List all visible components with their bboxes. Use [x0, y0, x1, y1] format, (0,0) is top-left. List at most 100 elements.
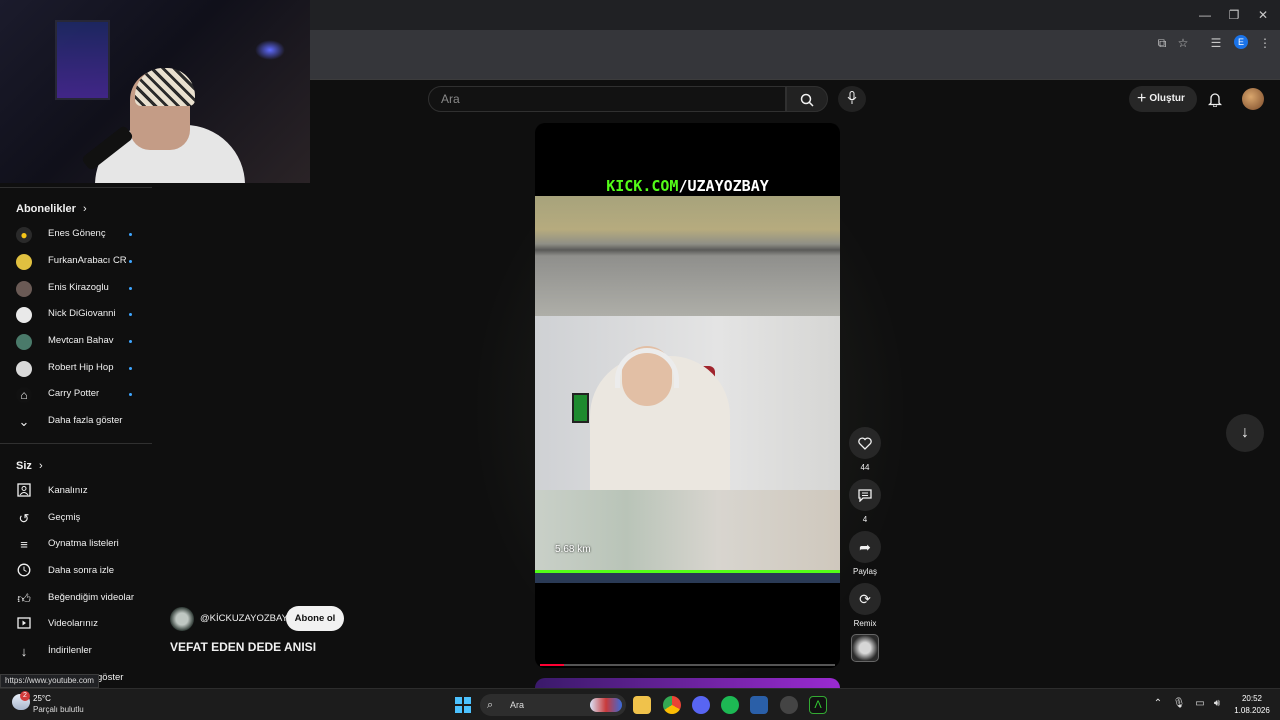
sidebar-subscription-item[interactable]: Nick DiGiovanni: [0, 302, 150, 328]
new-content-dot: [129, 393, 132, 396]
terminal-icon[interactable]: Λ: [809, 696, 827, 714]
sidebar-subscription-item[interactable]: Robert Hip Hop: [0, 356, 150, 382]
subscription-name: Enes Gönenç: [48, 228, 106, 239]
sidebar-item-your-videos[interactable]: Videolarınız: [0, 612, 150, 638]
microphone-icon[interactable]: 🎙︎: [1172, 697, 1186, 711]
thumbs-up-icon: 👍︎: [17, 591, 31, 606]
channel-handle[interactable]: @KİCKUZAYOZBAY: [200, 613, 288, 624]
app-icon[interactable]: [780, 696, 798, 714]
stream-overlay-text: KICK.COM/UZAYOZBAY: [535, 177, 840, 195]
sidebar-item-downloads[interactable]: ↓ İndirilenler: [0, 639, 150, 665]
search-icon: [800, 93, 814, 107]
map-distance: 5.68 km: [555, 544, 591, 555]
bell-icon: [1207, 93, 1223, 108]
next-video-button[interactable]: ↓: [1226, 414, 1264, 452]
link-status-url: https://www.youtube.com: [0, 674, 99, 688]
clock-time[interactable]: 20:52: [1232, 694, 1272, 703]
sidebar-item-label: Daha sonra izle: [48, 565, 115, 576]
sidebar-item-liked-videos[interactable]: 👍︎ Beğendiğim videolar: [0, 586, 150, 612]
webcam-overlay: [0, 0, 310, 183]
account-avatar[interactable]: [1242, 88, 1264, 110]
sidebar-item-history[interactable]: ↺ Geçmiş: [0, 506, 150, 532]
reading-list-icon[interactable]: ☰: [1207, 34, 1225, 52]
close-window-icon[interactable]: ✕: [1254, 6, 1272, 24]
windows-taskbar: 2 25°C Parçalı bulutlu Ara ⌕ Λ ⌃ 🎙︎ ▭ 🔊︎…: [0, 688, 1280, 720]
monitor-icon[interactable]: ▭: [1193, 697, 1207, 711]
app-icon[interactable]: [750, 696, 768, 714]
channel-avatar-icon: [16, 361, 32, 377]
subscriptions-heading-label: Abonelikler: [16, 203, 76, 215]
spotify-icon[interactable]: [721, 696, 739, 714]
create-label: Oluştur: [1149, 93, 1185, 104]
new-content-dot: [129, 287, 132, 290]
search-input[interactable]: Ara: [428, 86, 786, 112]
sidebar-divider: [0, 187, 152, 188]
voice-search-button[interactable]: [838, 86, 866, 112]
volume-icon[interactable]: 🔊︎: [1210, 697, 1224, 711]
headphones: [615, 348, 679, 388]
subscription-name: FurkanArabacı CR: [48, 255, 127, 266]
notifications-button[interactable]: [1205, 88, 1225, 110]
subscriptions-heading[interactable]: Abonelikler ›: [16, 203, 87, 215]
channel-avatar-icon: ●: [16, 227, 32, 243]
video-icon: [16, 616, 32, 634]
create-button[interactable]: + Oluştur: [1129, 86, 1197, 112]
weather-badge: 2: [20, 691, 30, 701]
video-hud-icons: [535, 573, 840, 583]
share-icon: ➦: [859, 539, 871, 555]
sidebar-item-label: İndirilenler: [48, 645, 92, 656]
chrome-icon[interactable]: [663, 696, 681, 714]
sidebar-subscription-item[interactable]: FurkanArabacı CR: [0, 249, 150, 275]
video-streamer-cam: [535, 316, 840, 490]
clock-date[interactable]: 1.08.2026: [1228, 706, 1276, 715]
sidebar-subscription-item[interactable]: ⌂ Carry Potter: [0, 382, 150, 408]
you-heading[interactable]: Siz ›: [16, 460, 43, 472]
comment-count: 4: [862, 515, 868, 524]
overlay-text-white: /UZAYOZBAY: [678, 177, 769, 195]
chevron-up-icon[interactable]: ⌃: [1151, 697, 1165, 711]
subscribe-button[interactable]: Abone ol: [286, 606, 344, 631]
sidebar-subscription-item[interactable]: Enis Kirazoglu: [0, 276, 150, 302]
restore-icon[interactable]: ❐: [1225, 6, 1243, 24]
chevron-right-icon: ›: [38, 460, 43, 472]
install-app-icon[interactable]: ⧉: [1153, 34, 1171, 52]
sidebar-item-watch-later[interactable]: Daha sonra izle: [0, 559, 150, 585]
video-gameplay-road: [535, 196, 840, 316]
history-icon: ↺: [18, 511, 30, 526]
sidebar-item-your-channel[interactable]: Kanalınız: [0, 479, 150, 505]
browser-profile-avatar[interactable]: E: [1234, 35, 1248, 49]
minimize-icon[interactable]: —: [1196, 6, 1214, 24]
like-count: 44: [860, 463, 870, 472]
bookmark-star-icon[interactable]: ☆: [1174, 34, 1192, 52]
browser-menu-icon[interactable]: ⋮: [1256, 34, 1274, 52]
channel-avatar-icon: ⌂: [16, 387, 32, 403]
show-more-button[interactable]: ⌄ Daha fazla göster: [0, 409, 150, 435]
plus-icon: +: [1137, 90, 1147, 107]
comment-icon: [858, 489, 872, 503]
channel-avatar[interactable]: [170, 607, 194, 631]
sidebar-divider: [0, 443, 152, 444]
file-explorer-icon[interactable]: [633, 696, 651, 714]
sidebar-item-label: Geçmiş: [48, 512, 81, 523]
video-progress-bar[interactable]: [540, 664, 835, 666]
windows-start-button[interactable]: [455, 697, 471, 713]
sound-thumbnail[interactable]: [851, 634, 879, 662]
you-heading-label: Siz: [16, 460, 32, 472]
show-more-label: Daha fazla göster: [48, 415, 123, 426]
playlist-icon: ≡: [20, 537, 28, 552]
video-title[interactable]: VEFAT EDEN DEDE ANISI: [170, 640, 316, 654]
arrow-down-icon: ↓: [1241, 424, 1249, 441]
subscription-name: Enis Kirazoglu: [48, 282, 109, 293]
share-button[interactable]: ➦: [849, 531, 881, 563]
search-button[interactable]: [786, 86, 828, 112]
remix-button[interactable]: ⟳: [849, 583, 881, 615]
sidebar-item-playlists[interactable]: ≡ Oynatma listeleri: [0, 532, 150, 558]
like-button[interactable]: [849, 427, 881, 459]
sidebar-subscription-item[interactable]: ● Enes Gönenç: [0, 222, 150, 248]
sidebar-subscription-item[interactable]: Mevtcan Bahav: [0, 329, 150, 355]
discord-icon[interactable]: [692, 696, 710, 714]
comments-button[interactable]: [849, 479, 881, 511]
shorts-video-player[interactable]: KICK.COM/UZAYOZBAY 5.68 km: [535, 123, 840, 668]
new-content-dot: [129, 260, 132, 263]
microphone-icon: [847, 91, 857, 104]
